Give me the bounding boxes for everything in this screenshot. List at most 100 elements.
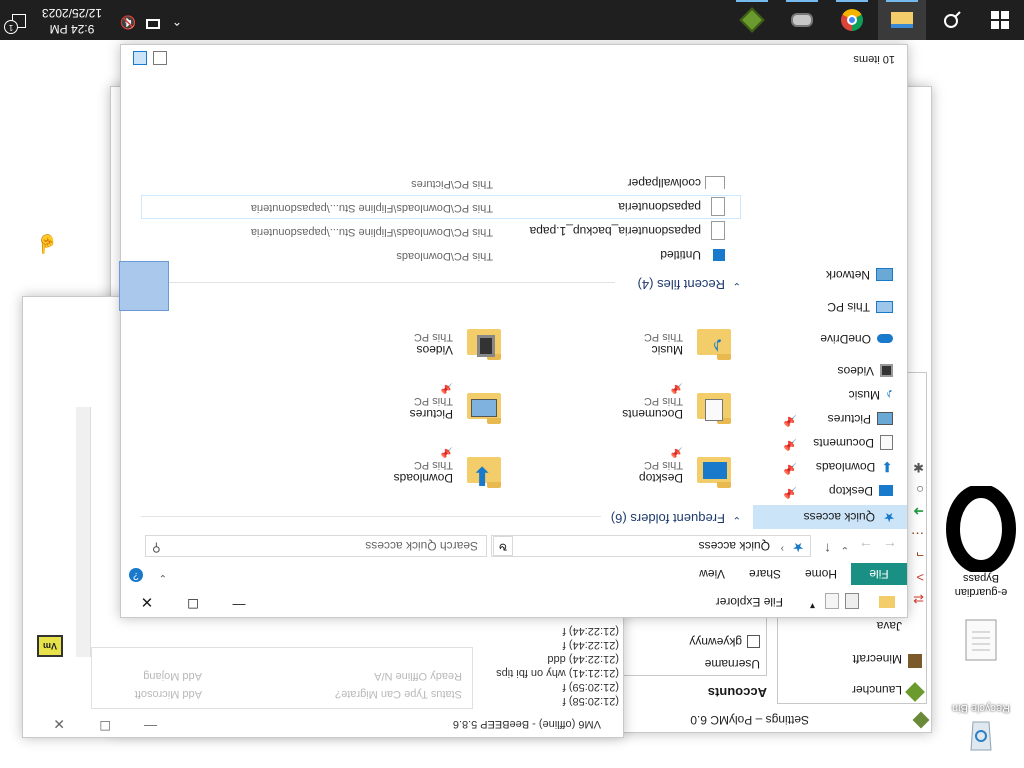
quick-access-star-icon: ★ — [792, 540, 804, 555]
desktop: Recycle Bin e-guardian Bypass Settings –… — [0, 0, 1024, 768]
tab-file[interactable]: File — [851, 563, 907, 585]
properties-icon[interactable] — [845, 593, 859, 609]
recent-file-row[interactable]: papasdonuteria This PC\Downloads\Fliplin… — [141, 195, 741, 219]
explorer-titlebar: ✕ ☐ — File Explorer ▾ — [121, 585, 907, 617]
documents-folder-icon — [697, 393, 731, 421]
frequent-folders-header[interactable]: ⌄ Frequent folders (6) — [141, 507, 741, 527]
search-button[interactable] — [928, 0, 976, 40]
minecraft-icon — [908, 654, 922, 668]
bypass-icon — [946, 486, 1016, 572]
recent-files-header[interactable]: ⌄ Recent files (4) — [141, 273, 741, 293]
refresh-button[interactable]: ↻ — [493, 536, 513, 556]
notification-center-button[interactable]: 1 — [4, 6, 30, 34]
pin-icon: 📌 — [670, 446, 683, 457]
file-explorer-icon — [891, 12, 913, 28]
desktop-icon-bypass[interactable]: e-guardian Bypass — [944, 486, 1018, 600]
maximize-button[interactable]: ☐ — [173, 587, 213, 611]
vm-badge-icon: Vm — [37, 635, 63, 657]
folder-tile-videos[interactable]: Videos This PC — [281, 315, 501, 369]
checkbox[interactable] — [747, 635, 760, 648]
selection-rectangle — [119, 261, 169, 311]
table-row[interactable]: gkyewnyy — [616, 631, 766, 651]
large-icons-view-icon[interactable] — [133, 51, 147, 65]
help-icon[interactable]: ? — [129, 568, 143, 582]
expand-ribbon-icon[interactable]: ⌄ — [159, 572, 167, 583]
sidebar-item-java[interactable]: Java — [877, 619, 902, 633]
nav-item-onedrive[interactable]: OneDrive — [820, 327, 893, 351]
file-icon — [711, 197, 725, 216]
beebeep-scrollbar[interactable] — [76, 407, 91, 657]
recent-file-row[interactable]: coolwallpaper This PC\Pictures — [141, 171, 741, 195]
proxy-icon: ⇄ — [913, 592, 924, 607]
add-microsoft-button[interactable]: Add Microsoft — [135, 688, 202, 700]
forward-button[interactable]: → — [859, 539, 873, 555]
desktop-icon — [879, 485, 893, 497]
quick-access-star-icon: ★ — [883, 510, 895, 525]
nav-item-network[interactable]: Network — [826, 263, 893, 287]
chevron-down-icon[interactable]: ▾ — [810, 600, 815, 611]
nav-item-pictures[interactable]: Pictures — [828, 407, 893, 431]
beebeep-titlebar: ✕ ☐ — VM6 (offline) - BeeBEEP 5.8.6 — [23, 709, 623, 737]
recent-file-row[interactable]: Untitled This PC\Downloads — [141, 243, 741, 267]
polymc-icon — [912, 711, 930, 729]
clock[interactable]: 9:24 PM 12/25/2023 — [32, 4, 112, 36]
folder-tile-documents[interactable]: Documents This PC 📌 — [511, 379, 731, 433]
nav-quick-access[interactable]: ★ Quick access — [753, 505, 907, 529]
tab-share[interactable]: Share — [749, 567, 781, 581]
desktop-icon-document[interactable] — [944, 608, 1018, 668]
videos-folder-icon — [467, 329, 501, 357]
recent-locations-button[interactable]: ⌄ — [841, 544, 849, 555]
folder-tile-downloads[interactable]: ⬇ Downloads This PC 📌 — [281, 443, 501, 497]
close-button[interactable]: ✕ — [127, 587, 167, 611]
sidebar-item-minecraft[interactable]: Minecraft — [853, 652, 922, 668]
nav-item-this-pc[interactable]: This PC — [827, 295, 893, 319]
tray-overflow-button[interactable]: ⌃ — [172, 14, 182, 28]
search-icon: ⚲ — [152, 541, 161, 555]
network-icon[interactable] — [146, 19, 160, 29]
recent-file-row[interactable]: papasdonuteria_backup_1.papa This PC\Dow… — [141, 219, 741, 243]
desktop-icon-label: Bypass — [962, 572, 1000, 584]
minimize-button[interactable]: — — [144, 719, 157, 734]
nav-item-downloads[interactable]: ⬇ Downloads — [816, 455, 893, 479]
start-button[interactable] — [976, 0, 1024, 40]
taskbar-file-explorer[interactable] — [878, 0, 926, 40]
nav-item-documents[interactable]: Documents — [813, 431, 893, 455]
downloads-icon: ⬇ — [881, 459, 893, 476]
address-bar[interactable]: ★ › Quick access ⌄ — [491, 535, 811, 557]
chat-line: (21:22:44) f — [562, 625, 619, 637]
desktop-icon-recycle-bin[interactable]: Recycle Bin — [944, 698, 1018, 760]
game-controller-icon — [791, 13, 813, 27]
new-folder-icon[interactable] — [825, 593, 839, 609]
taskbar-chrome[interactable] — [828, 0, 876, 40]
folder-tile-pictures[interactable]: Pictures This PC 📌 — [281, 379, 501, 433]
folder-tile-music[interactable]: ♪ Music This PC — [511, 315, 731, 369]
details-view-icon[interactable] — [153, 51, 167, 65]
chat-line: (21:22:44) f — [562, 639, 619, 651]
recycle-bin-icon — [970, 721, 992, 751]
close-button[interactable]: ✕ — [53, 715, 65, 732]
tab-home[interactable]: Home — [805, 567, 837, 581]
minimize-button[interactable]: — — [219, 589, 259, 613]
chrome-icon — [841, 9, 863, 31]
up-button[interactable]: ↑ — [824, 541, 831, 557]
add-mojang-button[interactable]: Add Mojang — [143, 670, 202, 682]
taskbar-game-controller[interactable] — [778, 0, 826, 40]
pin-icon: 📌 — [783, 462, 797, 474]
taskbar-minecraft-launcher[interactable] — [728, 0, 776, 40]
search-input[interactable]: Search Quick access ⚲ — [145, 535, 487, 557]
nav-item-videos[interactable]: Videos — [838, 359, 893, 383]
minecraft-launcher-icon — [739, 7, 765, 33]
pin-icon: 📌 — [440, 382, 453, 393]
custom-commands-icon: ¬ — [916, 548, 924, 563]
folder-tile-desktop[interactable]: Desktop This PC 📌 — [511, 443, 731, 497]
accounts-grid: Status Type Can Migrate? Ready Offline N… — [91, 647, 473, 709]
nav-item-music[interactable]: ♪ Music — [849, 383, 893, 407]
nav-item-desktop[interactable]: Desktop — [829, 479, 893, 503]
volume-muted-icon[interactable]: 🔇 — [120, 14, 136, 30]
back-button[interactable]: ← — [883, 539, 897, 555]
tab-view[interactable]: View — [699, 567, 725, 581]
maximize-button[interactable]: ☐ — [99, 717, 111, 733]
navigation-pane: ★ Quick access Desktop 📌 ⬇ Downloads 📌 D… — [753, 99, 907, 529]
sidebar-item-launcher[interactable]: Launcher — [852, 682, 925, 702]
launcher-icon — [905, 682, 925, 702]
